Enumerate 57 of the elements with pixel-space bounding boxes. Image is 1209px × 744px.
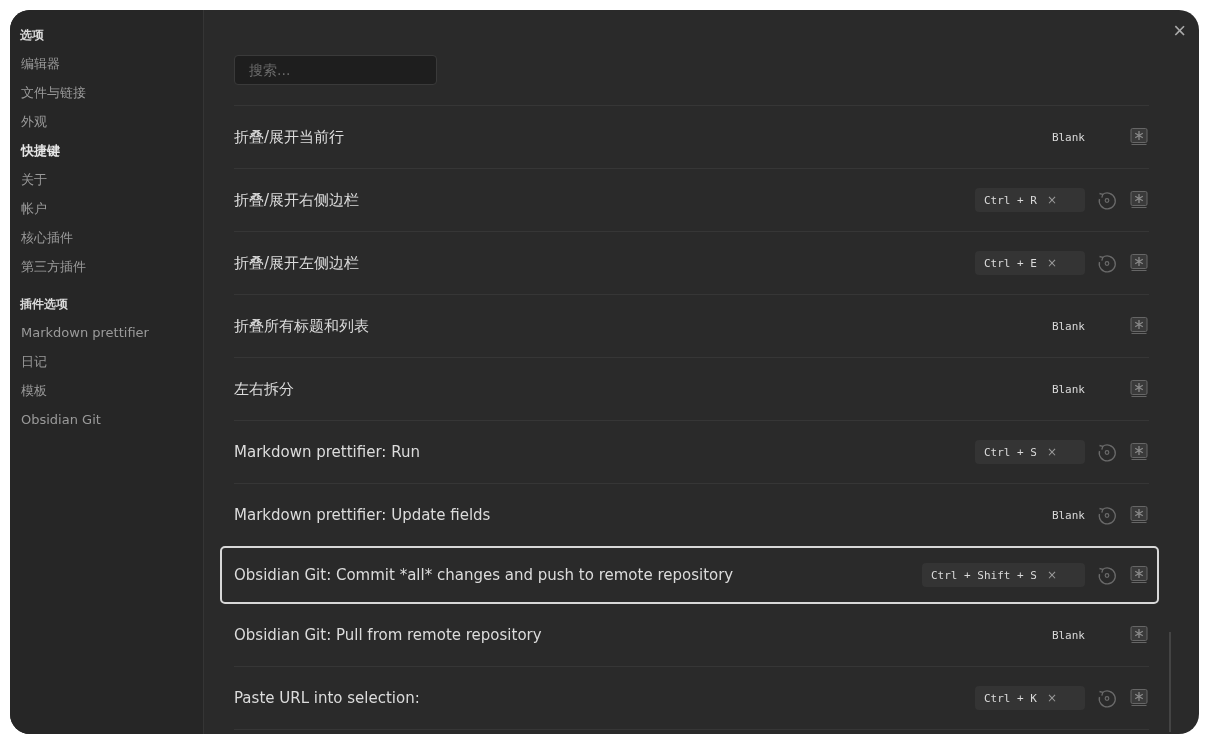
hotkey-empty: Blank	[1051, 130, 1085, 144]
restore-icon[interactable]	[1097, 565, 1117, 585]
command-name: 折叠/展开右侧边栏	[234, 190, 360, 210]
sidebar-heading: 选项	[20, 27, 45, 44]
command-name: Markdown prettifier: Update fields	[234, 506, 491, 524]
remove-button[interactable]: ×	[1046, 256, 1057, 270]
hotkey-empty: Blank	[1051, 382, 1085, 396]
hotkey-keys: Ctrl + R	[983, 193, 1037, 207]
remove-button[interactable]: ×	[1046, 691, 1057, 705]
sidebar-item[interactable]: Obsidian Git	[20, 411, 203, 429]
sidebar-item[interactable]: 快捷键	[20, 142, 203, 160]
hotkey-empty: Blank	[1051, 319, 1085, 333]
add-hotkey-icon[interactable]	[1129, 625, 1149, 645]
command-name: Obsidian Git: Commit *all* changes and push to remote repository	[234, 566, 734, 584]
command-name: 折叠所有标题和列表	[234, 316, 369, 336]
add-hotkey-icon[interactable]	[1129, 565, 1149, 585]
hotkey-keys: Ctrl + E	[983, 256, 1037, 270]
command-name: 折叠/展开当前行	[234, 127, 345, 147]
sidebar-item[interactable]: 模板	[20, 382, 203, 400]
sidebar-heading: 插件选项	[20, 296, 69, 313]
restore-icon[interactable]	[1097, 505, 1117, 525]
sidebar-item[interactable]: 关于	[20, 171, 203, 189]
command-name: Obsidian Git: Pull from remote repository	[234, 626, 542, 644]
restore-icon[interactable]	[1097, 253, 1117, 273]
add-hotkey-icon[interactable]	[1129, 127, 1149, 147]
sidebar-item[interactable]: 帐户	[20, 200, 203, 218]
add-hotkey-icon[interactable]	[1129, 253, 1149, 273]
command-name: 折叠/展开左侧边栏	[234, 253, 360, 273]
sidebar-item[interactable]: Markdown prettifier	[20, 324, 203, 342]
add-hotkey-icon[interactable]	[1129, 505, 1149, 525]
sidebar-item[interactable]: 日记	[20, 353, 203, 371]
close-button[interactable]: ×	[1170, 20, 1189, 42]
remove-button[interactable]: ×	[1046, 568, 1057, 582]
remove-button[interactable]: ×	[1046, 445, 1057, 459]
add-hotkey-icon[interactable]	[1129, 316, 1149, 336]
sidebar-item[interactable]: 外观	[20, 113, 203, 131]
restore-icon[interactable]	[1097, 190, 1117, 210]
add-hotkey-icon[interactable]	[1129, 442, 1149, 462]
search-field[interactable]: 搜索...	[234, 55, 437, 85]
add-hotkey-icon[interactable]	[1129, 688, 1149, 708]
sidebar-item[interactable]: 编辑器	[20, 55, 203, 73]
hotkey-keys: Ctrl + S	[983, 445, 1037, 459]
command-name: 左右拆分	[234, 379, 294, 399]
hotkey-empty: Blank	[1051, 628, 1085, 642]
restore-icon[interactable]	[1097, 442, 1117, 462]
sidebar-item[interactable]: 核心插件	[20, 229, 203, 247]
command-name: Markdown prettifier: Run	[234, 443, 420, 461]
hotkey-empty: Blank	[1051, 508, 1085, 522]
remove-button[interactable]: ×	[1046, 193, 1057, 207]
sidebar-item[interactable]: 文件与链接	[20, 84, 203, 102]
command-name: Paste URL into selection:	[234, 689, 420, 707]
sidebar-item[interactable]: 第三方插件	[20, 258, 203, 276]
add-hotkey-icon[interactable]	[1129, 379, 1149, 399]
restore-icon[interactable]	[1097, 688, 1117, 708]
add-hotkey-icon[interactable]	[1129, 190, 1149, 210]
hotkey-keys: Ctrl + Shift + S	[930, 568, 1037, 582]
hotkey-keys: Ctrl + K	[983, 691, 1037, 705]
